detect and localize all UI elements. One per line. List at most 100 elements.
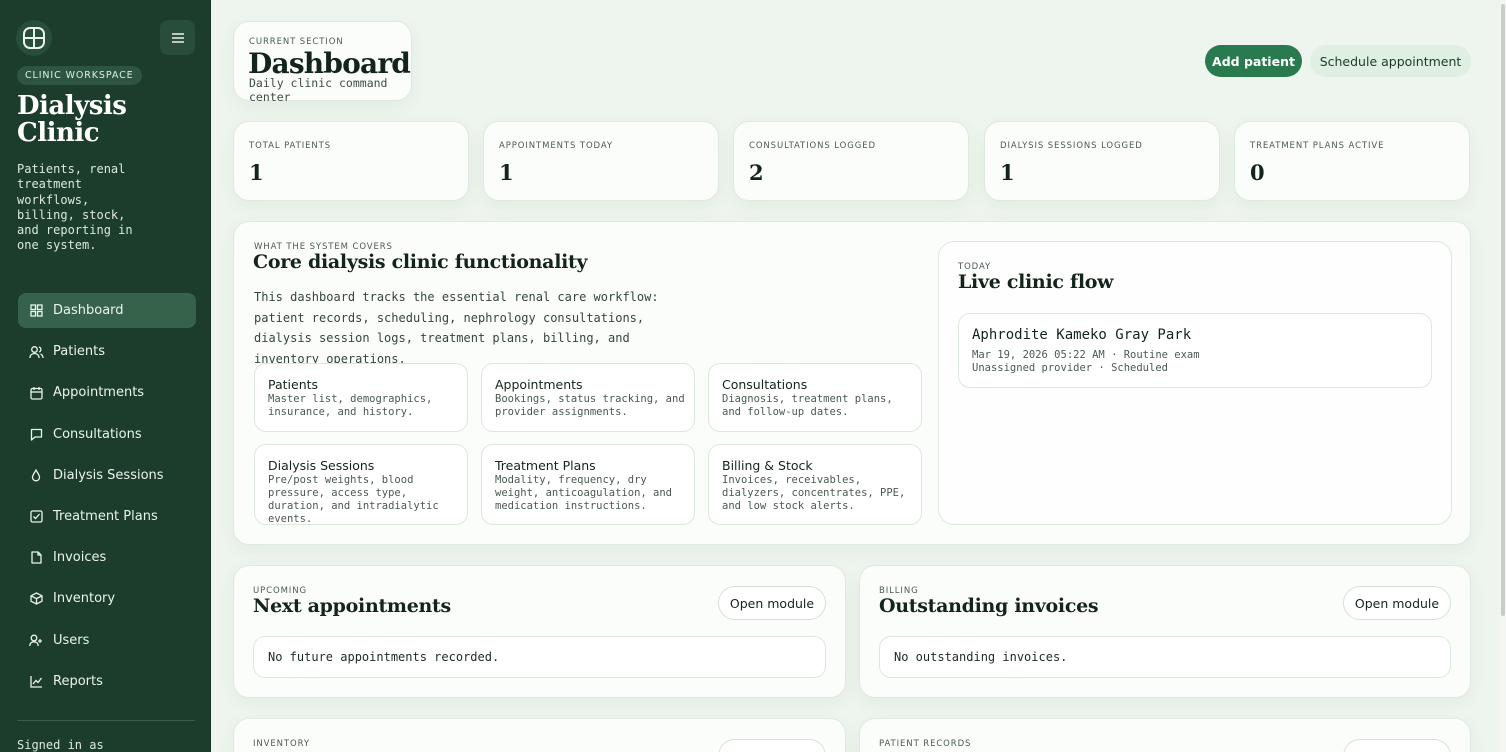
stat-label: TOTAL PATIENTS (249, 141, 332, 151)
stat-label: APPOINTMENTS TODAY (499, 141, 613, 151)
tile-title: Appointments (495, 377, 583, 392)
page-scrollbar[interactable] (1500, 0, 1506, 752)
outstanding-invoices-panel: BILLING Outstanding invoices Open module… (859, 565, 1471, 698)
stat-card-total-patients: TOTAL PATIENTS 1 (233, 121, 469, 201)
stat-card-dialysis-sessions: DIALYSIS SESSIONS LOGGED 1 (984, 121, 1220, 201)
patient-records-panel: PATIENT RECORDS (859, 718, 1471, 752)
open-appointments-module-button[interactable]: Open module (718, 586, 826, 620)
sidebar-item-dashboard[interactable]: Dashboard (18, 293, 196, 328)
sidebar-item-label: Users (53, 632, 90, 648)
schedule-appointment-button[interactable]: Schedule appointment (1310, 45, 1471, 77)
menu-toggle-button[interactable] (160, 20, 195, 55)
box-icon (28, 591, 44, 607)
brand-description: Patients, renal treatment workflows, bil… (17, 162, 133, 253)
sidebar-item-users[interactable]: Users (18, 623, 196, 658)
feature-tile-patients[interactable]: Patients Master list, demographics, insu… (254, 363, 468, 432)
panel-eyebrow: INVENTORY (253, 739, 310, 749)
next-appointments-panel: UPCOMING Next appointments Open module N… (233, 565, 846, 698)
sidebar-item-label: Reports (53, 673, 103, 689)
droplet-icon (28, 467, 44, 483)
feature-tile-consultations[interactable]: Consultations Diagnosis, treatment plans… (708, 363, 922, 432)
stat-card-treatment-plans: TREATMENT PLANS ACTIVE 0 (1234, 121, 1470, 201)
checklist-icon (28, 508, 44, 524)
sidebar-item-reports[interactable]: Reports (18, 664, 196, 699)
flow-patient-name: Aphrodite Kameko Gray Park (972, 327, 1192, 343)
tile-description: Master list, demographics, insurance, an… (268, 393, 433, 418)
stat-card-appointments-today: APPOINTMENTS TODAY 1 (483, 121, 719, 201)
sidebar-item-label: Treatment Plans (53, 508, 158, 524)
signed-in-label: Signed in as (17, 738, 104, 752)
stat-value: 1 (1000, 160, 1015, 185)
clinic-logo-icon (16, 20, 52, 56)
inventory-panel: INVENTORY (233, 718, 846, 752)
brand-title: Dialysis Clinic (17, 91, 127, 148)
page-subtitle: Daily clinic command center (249, 76, 388, 104)
panel-eyebrow: PATIENT RECORDS (879, 739, 972, 749)
hamburger-icon (171, 32, 184, 43)
stat-value: 1 (499, 160, 514, 185)
sidebar-item-label: Invoices (53, 550, 107, 566)
open-inventory-module-button[interactable] (718, 739, 826, 752)
flow-appointment-item[interactable]: Aphrodite Kameko Gray Park Mar 19, 2026 … (958, 313, 1432, 388)
add-patient-button[interactable]: Add patient (1205, 45, 1302, 77)
stat-value: 2 (749, 160, 764, 185)
tile-title: Dialysis Sessions (268, 458, 375, 473)
stat-label: DIALYSIS SESSIONS LOGGED (1000, 141, 1143, 151)
panel-title: Next appointments (253, 595, 451, 617)
sidebar-item-treatment-plans[interactable]: Treatment Plans (18, 499, 196, 534)
sidebar-item-label: Patients (53, 344, 106, 360)
sidebar-item-label: Appointments (53, 385, 145, 401)
panel-title: Outstanding invoices (879, 595, 1099, 617)
sidebar-item-dialysis-sessions[interactable]: Dialysis Sessions (18, 458, 196, 493)
sidebar-item-invoices[interactable]: Invoices (18, 540, 196, 575)
core-functionality-card: WHAT THE SYSTEM COVERS Core dialysis cli… (233, 221, 1471, 545)
tile-title: Billing & Stock (722, 458, 813, 473)
user-plus-icon (28, 632, 44, 648)
tile-description: Diagnosis, treatment plans, and follow-u… (722, 393, 893, 418)
tile-title: Patients (268, 377, 319, 392)
dashboard-icon (28, 303, 44, 319)
sidebar-item-label: Dialysis Sessions (53, 467, 164, 483)
tile-description: Invoices, receivables, dialyzers, concen… (722, 474, 906, 512)
feature-tile-appointments[interactable]: Appointments Bookings, status tracking, … (481, 363, 695, 432)
tile-description: Pre/post weights, blood pressure, access… (268, 474, 439, 525)
workspace-badge: CLINIC WORKSPACE (17, 66, 142, 85)
current-section-card: CURRENT SECTION Dashboard Daily clinic c… (233, 21, 412, 104)
stat-label: CONSULTATIONS LOGGED (749, 141, 876, 151)
chat-icon (28, 426, 44, 442)
open-records-module-button[interactable] (1343, 739, 1451, 752)
empty-state: No outstanding invoices. (879, 636, 1451, 678)
sidebar: CLINIC WORKSPACE Dialysis Clinic Patient… (0, 0, 211, 752)
stat-value: 1 (249, 160, 264, 185)
live-clinic-flow-panel: TODAY Live clinic flow Aphrodite Kameko … (938, 241, 1452, 525)
stat-value: 0 (1250, 160, 1265, 185)
tile-title: Consultations (722, 377, 808, 392)
empty-state: No future appointments recorded. (253, 636, 826, 678)
sidebar-item-label: Consultations (53, 426, 142, 442)
open-invoices-module-button[interactable]: Open module (1343, 586, 1451, 620)
core-description: This dashboard tracks the essential rena… (254, 290, 659, 366)
sidebar-item-patients[interactable]: Patients (18, 334, 196, 369)
users-icon (28, 344, 44, 360)
tile-description: Modality, frequency, dry weight, anticoa… (495, 474, 673, 512)
feature-tile-dialysis-sessions[interactable]: Dialysis Sessions Pre/post weights, bloo… (254, 444, 468, 525)
feature-tile-treatment-plans[interactable]: Treatment Plans Modality, frequency, dry… (481, 444, 695, 525)
sidebar-item-appointments[interactable]: Appointments (18, 375, 196, 410)
flow-meta-line-1: Mar 19, 2026 05:22 AM · Routine exam (972, 349, 1200, 361)
sidebar-item-inventory[interactable]: Inventory (18, 581, 196, 616)
flow-meta-line-2: Unassigned provider · Scheduled (972, 362, 1168, 374)
calendar-icon (28, 385, 44, 401)
sidebar-item-consultations[interactable]: Consultations (18, 417, 196, 452)
scrollbar-thumb[interactable] (1501, 4, 1505, 616)
section-eyebrow: CURRENT SECTION (249, 37, 344, 47)
sidebar-divider (17, 720, 195, 721)
sidebar-nav: Dashboard Patients Appointments Consulta… (18, 293, 196, 705)
chart-icon (28, 673, 44, 689)
tile-description: Bookings, status tracking, and provider … (495, 393, 685, 418)
feature-tile-billing-stock[interactable]: Billing & Stock Invoices, receivables, d… (708, 444, 922, 525)
flow-appointment-meta: Mar 19, 2026 05:22 AM · Routine exam Una… (972, 349, 1200, 375)
flow-title: Live clinic flow (958, 271, 1114, 293)
stat-label: TREATMENT PLANS ACTIVE (1250, 141, 1385, 151)
core-title: Core dialysis clinic functionality (253, 251, 588, 273)
sidebar-item-label: Dashboard (53, 303, 124, 318)
